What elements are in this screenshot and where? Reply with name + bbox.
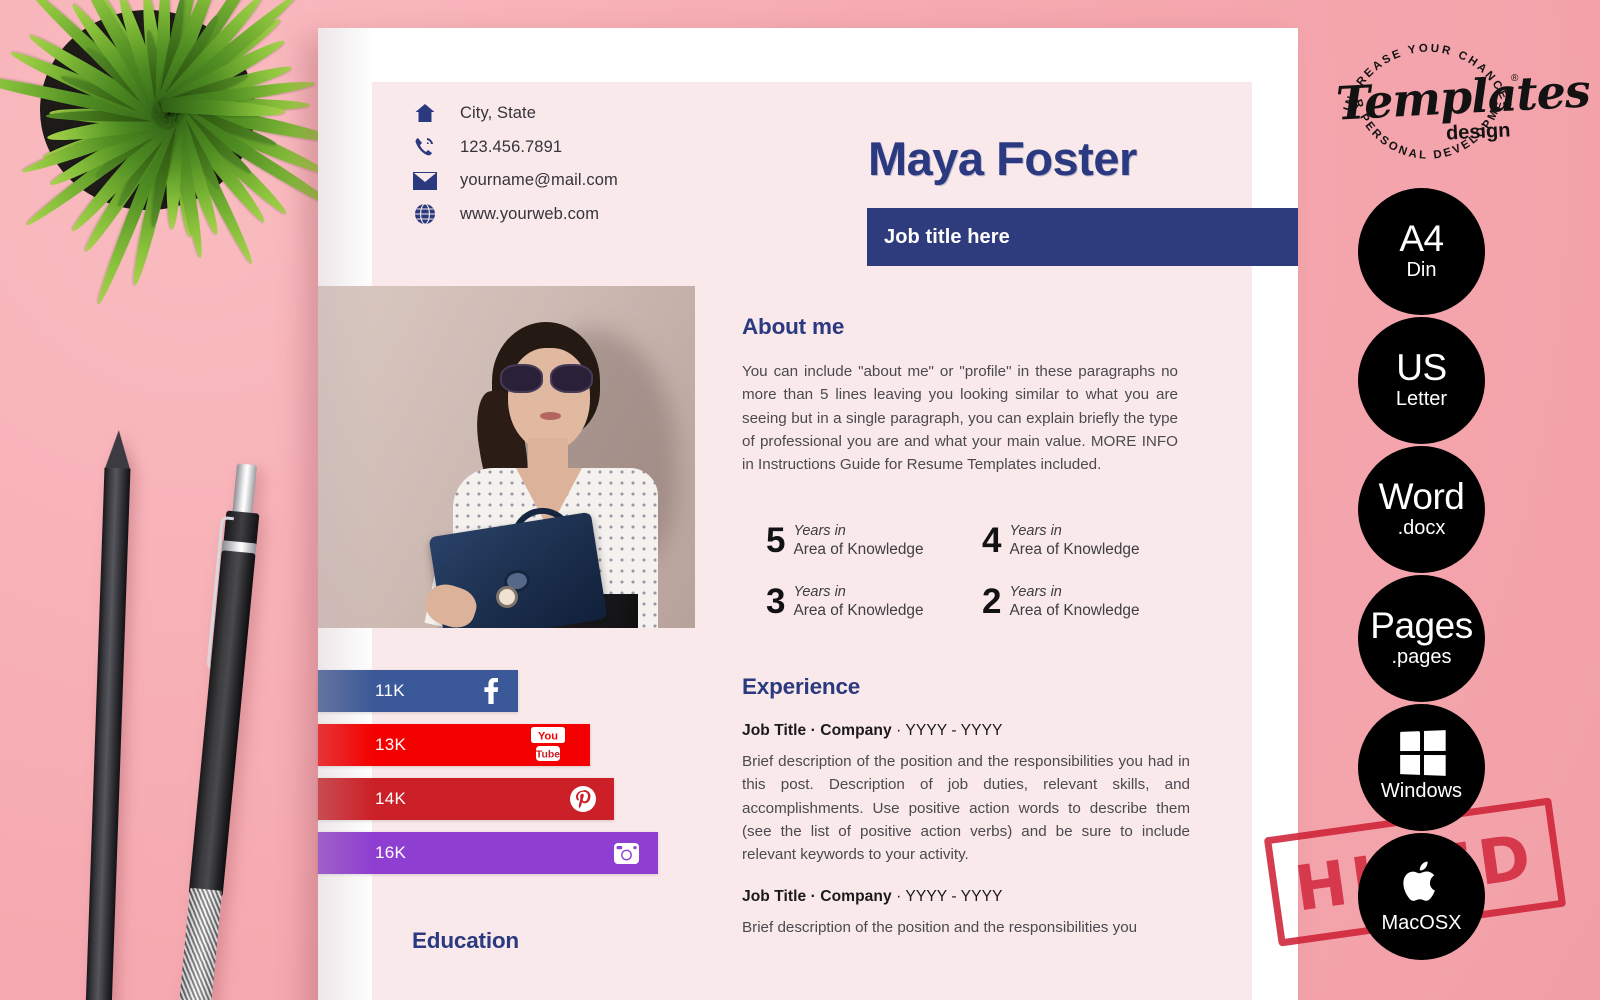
globe-icon — [412, 203, 438, 225]
pen-grip — [178, 887, 223, 1000]
social-stats-list: 11K 13K You Tube 14K 16K — [318, 670, 658, 886]
badge-line2: Din — [1406, 258, 1437, 281]
stat-label: Years in Area of Knowledge — [1009, 584, 1139, 619]
stat-number: 4 — [982, 521, 1002, 560]
contact-item-email: yourname@mail.com — [412, 171, 618, 190]
contact-email-text: yourname@mail.com — [460, 171, 618, 189]
stat-label-line1: Years in — [1009, 584, 1062, 600]
facebook-icon — [481, 678, 500, 704]
pen-plunger — [232, 463, 258, 517]
social-value-pinterest: 14K — [375, 789, 407, 808]
contact-address-text: City, State — [460, 103, 536, 122]
phone-icon — [412, 136, 438, 158]
badge-line1: A4 — [1399, 218, 1444, 260]
contact-item-website: www.yourweb.com — [412, 203, 618, 225]
pinterest-icon — [570, 786, 596, 812]
svg-text:Tube: Tube — [536, 749, 560, 761]
format-badge-macosx[interactable]: MacOSX — [1358, 833, 1485, 960]
stat-item: 3 Years in Area of Knowledge — [766, 584, 970, 619]
social-value-instagram: 16K — [375, 843, 407, 862]
stat-label-line1: Years in — [793, 584, 846, 600]
format-badge-pages[interactable]: Pages .pages — [1358, 575, 1485, 702]
experience-section: Experience Job Title · Company · YYYY - … — [742, 674, 1190, 940]
contact-item-address: City, State — [412, 103, 618, 123]
stat-item: 5 Years in Area of Knowledge — [766, 523, 970, 558]
about-body-text: You can include "about me" or "profile" … — [742, 363, 1178, 474]
pencil-tip — [104, 429, 132, 471]
stat-item: 2 Years in Area of Knowledge — [982, 584, 1186, 619]
stat-label-line2: Area of Knowledge — [793, 601, 924, 619]
about-section: About me You can include "about me" or "… — [742, 314, 1178, 476]
badge-line2: MacOSX — [1381, 912, 1462, 934]
contact-website-text: www.yourweb.com — [460, 204, 600, 223]
format-badge-us-letter[interactable]: US Letter — [1358, 317, 1485, 444]
stat-item: 4 Years in Area of Knowledge — [982, 523, 1186, 558]
badge-line1: US — [1396, 347, 1447, 389]
social-value-facebook: 11K — [375, 681, 405, 700]
svg-text:You: You — [538, 730, 558, 742]
stat-label-line1: Years in — [793, 523, 846, 539]
experience-entry-header: Job Title · Company · YYYY - YYYY — [742, 722, 1003, 739]
stat-label: Years in Area of Knowledge — [793, 523, 923, 558]
brand-logo: INCREASE YOUR CHANCES FOR PERSONAL DEVEL… — [1328, 18, 1591, 178]
badge-line1: Word — [1378, 476, 1465, 518]
stat-number: 3 — [766, 582, 786, 621]
stat-label: Years in Area of Knowledge — [1009, 523, 1139, 558]
mockup-canvas: City, State 123.456.7891 yourname@mail.c… — [0, 0, 1600, 1000]
resume-page: City, State 123.456.7891 yourname@mail.c… — [318, 28, 1567, 1000]
about-heading: About me — [742, 314, 845, 339]
social-bar-pinterest[interactable]: 14K — [318, 778, 614, 820]
social-value-youtube: 13K — [375, 735, 407, 754]
format-badge-list: A4 Din US Letter Word .docx Pages .pages… — [1358, 188, 1485, 962]
apple-logo-icon — [1400, 857, 1444, 907]
experience-entry-body: Brief description of the position and th… — [742, 919, 1138, 937]
candidate-name: Maya Foster — [868, 132, 1137, 185]
education-heading: Education — [412, 928, 519, 953]
stat-label-line2: Area of Knowledge — [793, 540, 924, 558]
contact-list: City, State 123.456.7891 yourname@mail.c… — [412, 103, 618, 225]
experience-heading: Experience — [742, 674, 861, 699]
sunglasses-icon — [500, 364, 596, 393]
contact-phone-text: 123.456.7891 — [460, 137, 563, 156]
youtube-icon: You Tube — [524, 727, 572, 763]
photo-wristwatch — [496, 586, 518, 608]
experience-entry-body: Brief description of the position and th… — [742, 753, 1190, 864]
email-icon — [412, 171, 438, 190]
profile-photo — [318, 286, 695, 628]
photo-lips — [540, 412, 561, 420]
instagram-icon — [613, 840, 640, 866]
brand-subword: design — [1445, 119, 1511, 145]
badge-line1: Pages — [1370, 605, 1473, 647]
years-knowledge-grid: 5 Years in Area of Knowledge 4 Years in … — [766, 523, 1186, 619]
experience-entry-header: Job Title · Company · YYYY - YYYY — [742, 888, 1003, 906]
social-bar-youtube[interactable]: 13K You Tube — [318, 724, 590, 766]
job-title-banner: Job title here — [867, 208, 1298, 266]
education-section: Education — [412, 928, 519, 954]
stat-number: 2 — [982, 582, 1002, 621]
badge-line2: .docx — [1397, 516, 1446, 539]
social-bar-instagram[interactable]: 16K — [318, 832, 658, 874]
registered-mark: ® — [1511, 73, 1519, 84]
stat-label-line2: Area of Knowledge — [1009, 601, 1140, 619]
format-badge-a4-din[interactable]: A4 Din — [1358, 188, 1485, 315]
badge-line2: .pages — [1391, 645, 1452, 668]
home-icon — [412, 103, 438, 123]
badge-line2: Letter — [1395, 387, 1448, 410]
social-bar-facebook[interactable]: 11K — [318, 670, 518, 712]
windows-logo-icon — [1399, 730, 1446, 776]
experience-entry: Job Title · Company · YYYY - YYYY Brief … — [742, 722, 1190, 866]
stat-number: 5 — [766, 521, 786, 560]
stat-label-line2: Area of Knowledge — [1009, 540, 1140, 558]
format-badge-word[interactable]: Word .docx — [1358, 446, 1485, 573]
badge-line2: Windows — [1380, 780, 1463, 802]
stat-label-line1: Years in — [1009, 523, 1062, 539]
windows-logo-wrap — [1399, 730, 1446, 776]
experience-entry: Job Title · Company · YYYY - YYYY Brief … — [742, 888, 1190, 939]
format-badge-windows[interactable]: Windows — [1358, 704, 1485, 831]
stat-label: Years in Area of Knowledge — [793, 584, 923, 619]
contact-item-phone: 123.456.7891 — [412, 136, 618, 158]
job-title-text: Job title here — [884, 225, 1010, 248]
